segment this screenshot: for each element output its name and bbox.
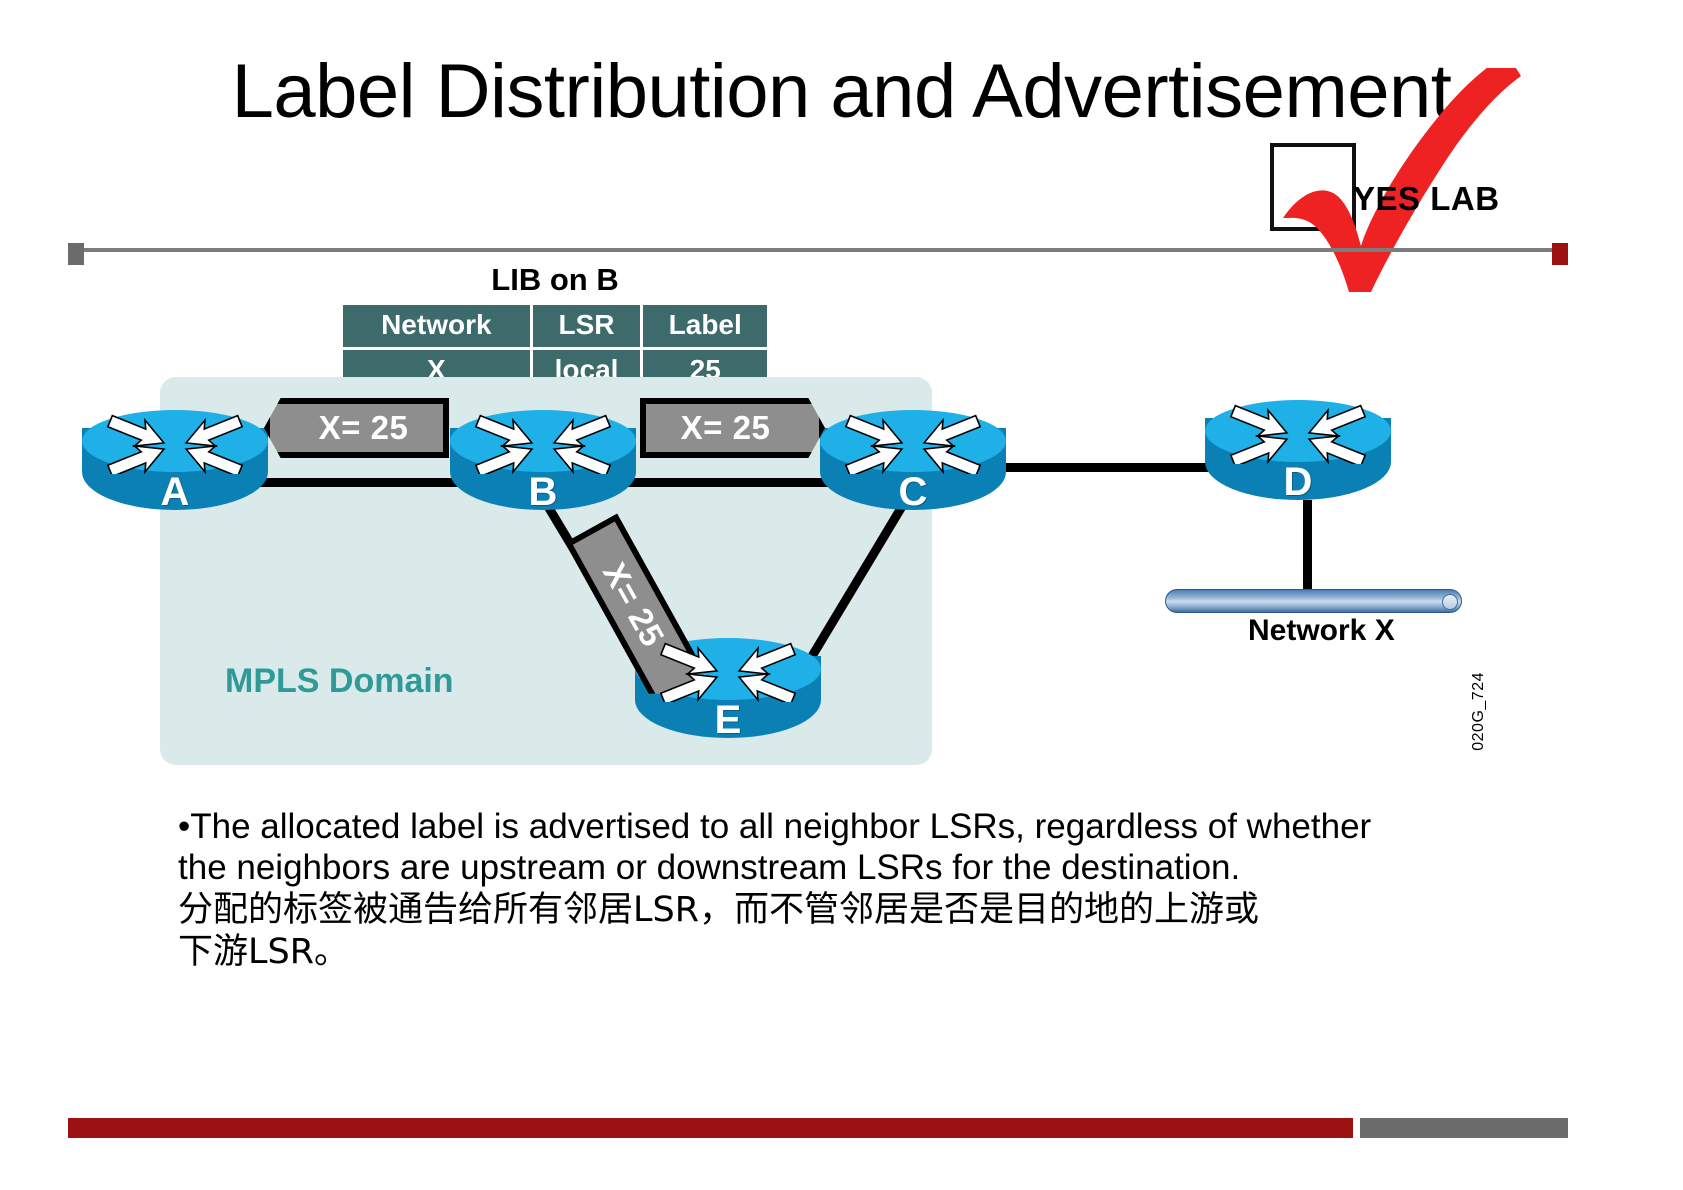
lib-table-container: LIB on B Network LSR Label X local 25: [340, 262, 770, 395]
router-arrows-icon: [474, 414, 612, 474]
logo-text: YES LAB: [1353, 180, 1500, 217]
network-x-label: Network X: [1248, 614, 1395, 647]
body-line-4: 下游LSR。: [178, 932, 350, 973]
router-label: A: [160, 470, 190, 514]
footer-accent-bar: [68, 1118, 1353, 1138]
slide-canvas: Label Distribution and Advertisement YES…: [0, 0, 1683, 1190]
router-arrows-icon: [1229, 404, 1367, 464]
footer-gray-bar: [1360, 1118, 1568, 1138]
body-text: •The allocated label is advertised to al…: [178, 806, 1508, 974]
mpls-domain-label: MPLS Domain: [225, 662, 454, 700]
router-c[interactable]: C: [820, 410, 1006, 526]
column-header-network: Network: [343, 305, 530, 347]
header-divider-left-cap: [68, 243, 84, 265]
lan-segment-endpoint-icon: [1442, 594, 1458, 610]
lib-table-title: LIB on B: [491, 262, 619, 297]
slide-watermark: 020G_724: [1470, 672, 1487, 751]
router-label: C: [898, 470, 928, 514]
link-a-b: [252, 478, 482, 487]
body-line-1: •The allocated label is advertised to al…: [178, 807, 1372, 846]
link-c-d: [1000, 463, 1220, 472]
yes-lab-logo: YES LAB: [1255, 68, 1521, 292]
label-tag-b-c: X= 25: [640, 398, 825, 458]
body-line-3: 分配的标签被通告给所有邻居LSR，而不管邻居是否是目的地的上游或: [178, 889, 1260, 930]
header-divider: [68, 248, 1568, 252]
lan-segment-bar: [1165, 589, 1462, 613]
router-d[interactable]: D: [1205, 400, 1391, 516]
router-e[interactable]: E: [635, 638, 821, 754]
router-b[interactable]: B: [450, 410, 636, 526]
label-tag-a-b: X= 25: [264, 398, 449, 458]
column-header-lsr: LSR: [532, 305, 641, 347]
table-header-row: Network LSR Label: [343, 305, 767, 347]
router-label: B: [528, 470, 558, 514]
router-label: D: [1283, 460, 1313, 504]
link-b-c: [620, 478, 842, 487]
router-arrows-icon: [844, 414, 982, 474]
router-arrows-icon: [106, 414, 244, 474]
header-divider-right-cap: [1552, 243, 1568, 265]
column-header-label: Label: [643, 305, 767, 347]
router-arrows-icon: [659, 642, 797, 702]
body-line-2: the neighbors are upstream or downstream…: [178, 848, 1241, 888]
router-label: E: [714, 698, 742, 742]
router-a[interactable]: A: [82, 410, 268, 526]
